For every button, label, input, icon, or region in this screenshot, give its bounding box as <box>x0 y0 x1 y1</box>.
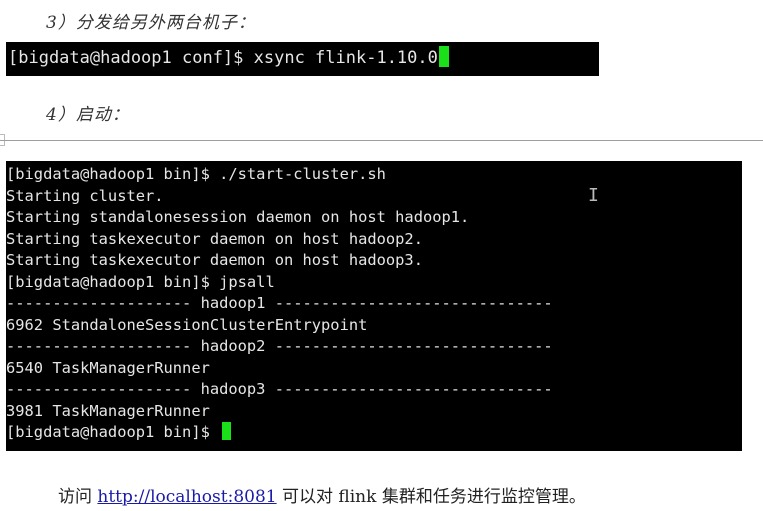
terminal-cursor <box>438 46 449 67</box>
terminal-line: [bigdata@hadoop1 bin]$ jpsall <box>6 272 275 291</box>
footer-suffix: 可以对 flink 集群和任务进行监控管理。 <box>276 487 586 507</box>
step4-heading: 4）启动： <box>46 105 130 125</box>
terminal-cursor <box>222 422 232 440</box>
terminal-output: [bigdata@hadoop1 bin]$ ./start-cluster.s… <box>6 164 553 444</box>
command-text: [bigdata@hadoop1 conf]$ xsync flink-1.10… <box>8 48 438 68</box>
localhost-link[interactable]: http://localhost:8081 <box>97 487 276 507</box>
terminal-line: Starting standalonesession daemon on hos… <box>6 208 470 226</box>
footer-prefix: 访问 <box>58 487 98 507</box>
terminal-prompt-line: [bigdata@hadoop1 bin]$ <box>6 422 553 444</box>
terminal-line: -------------------- hadoop2 -----------… <box>6 337 553 355</box>
terminal-line: -------------------- hadoop3 -----------… <box>6 380 553 398</box>
terminal-line: -------------------- hadoop1 -----------… <box>6 294 553 312</box>
terminal-line: 3981 TaskManagerRunner <box>6 401 210 420</box>
text-ibeam-icon: I <box>588 185 599 206</box>
terminal-line: [bigdata@hadoop1 bin]$ ./start-cluster.s… <box>6 165 386 183</box>
terminal-prompt: [bigdata@hadoop1 bin]$ <box>6 423 220 441</box>
page-divider <box>0 140 763 141</box>
terminal-line: Starting taskexecutor daemon on host had… <box>6 251 423 269</box>
terminal-line: Starting cluster. <box>6 186 164 205</box>
terminal-xsync: [bigdata@hadoop1 conf]$ xsync flink-1.10… <box>6 42 599 76</box>
terminal-line: Starting taskexecutor daemon on host had… <box>6 229 423 248</box>
terminal-line: 6962 StandaloneSessionClusterEntrypoint <box>6 315 368 334</box>
terminal-line: 6540 TaskManagerRunner <box>6 358 210 377</box>
terminal-start-cluster: [bigdata@hadoop1 bin]$ ./start-cluster.s… <box>6 161 742 451</box>
footer-text: 访问 http://localhost:8081 可以对 flink 集群和任务… <box>58 482 586 507</box>
step3-heading: 3）分发给另外两台机子： <box>46 13 256 33</box>
terminal-line: [bigdata@hadoop1 conf]$ xsync flink-1.10… <box>8 46 449 68</box>
